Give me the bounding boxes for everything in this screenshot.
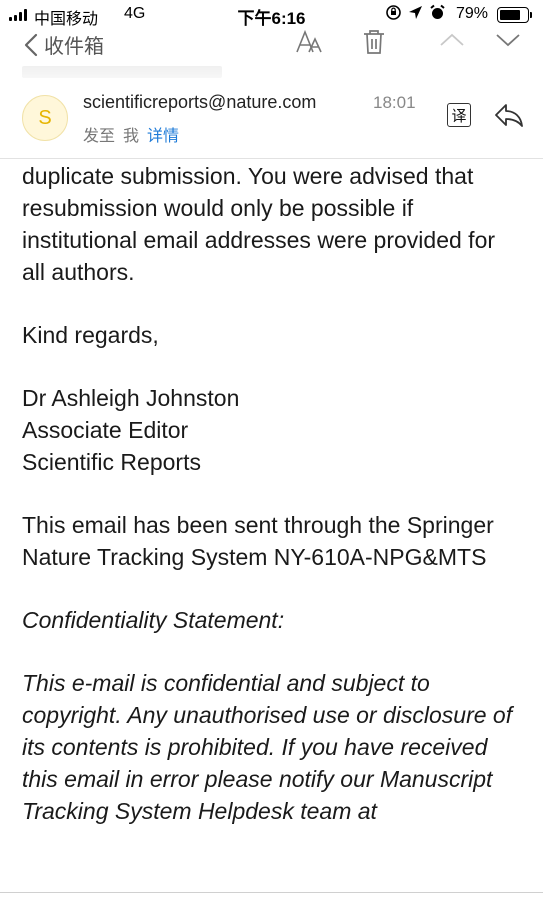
- chevron-left-icon: [24, 33, 38, 56]
- reply-icon: [495, 104, 523, 127]
- recipient-line: 发至我详情: [83, 122, 179, 146]
- signature-journal: Scientific Reports: [22, 449, 201, 475]
- received-time: 18:01: [373, 93, 416, 112]
- location-arrow-icon: [409, 6, 422, 19]
- next-email-button[interactable]: [495, 32, 521, 53]
- trash-icon: [364, 30, 384, 54]
- signature-name: Dr Ashleigh Johnston: [22, 385, 240, 411]
- alarm-icon: [430, 4, 445, 19]
- battery-percentage: 79%: [456, 5, 489, 22]
- previous-email-button[interactable]: [439, 32, 465, 53]
- confidentiality-text: This e-mail is confidential and subject …: [22, 670, 513, 824]
- back-label: 收件箱: [44, 36, 104, 58]
- font-size-button[interactable]: [295, 28, 323, 61]
- sent-to-label: 发至: [83, 128, 116, 145]
- confidentiality-heading: Confidentiality Statement:: [22, 607, 285, 633]
- email-body: duplicate submission. You were advised t…: [22, 160, 522, 858]
- battery-icon: [497, 7, 529, 23]
- sender-avatar[interactable]: S: [22, 95, 68, 141]
- navigation-bar: 收件箱: [0, 26, 543, 62]
- tracking-note: This email has been sent through the Spr…: [22, 512, 494, 570]
- back-to-inbox-button[interactable]: 收件箱: [24, 30, 104, 59]
- body-paragraph: duplicate submission. You were advised t…: [22, 163, 496, 285]
- delete-button[interactable]: [362, 28, 386, 61]
- chevron-down-icon: [496, 34, 520, 47]
- signature-title: Associate Editor: [22, 417, 189, 443]
- bottom-divider: [0, 892, 543, 893]
- reply-button[interactable]: [494, 102, 524, 133]
- details-link[interactable]: 详情: [147, 128, 179, 145]
- closing-line: Kind regards,: [22, 322, 159, 348]
- header-divider: [0, 158, 543, 159]
- scrolled-text-fade: [22, 66, 222, 78]
- chevron-up-icon: [440, 33, 464, 46]
- orientation-lock-icon: [386, 5, 401, 20]
- translate-button[interactable]: 译: [447, 103, 471, 127]
- font-size-icon: [296, 29, 322, 53]
- signature-block: Dr Ashleigh Johnston Associate Editor Sc…: [22, 382, 522, 478]
- sender-address[interactable]: scientificreports@nature.com: [83, 92, 316, 113]
- recipient-name: 我: [123, 128, 140, 145]
